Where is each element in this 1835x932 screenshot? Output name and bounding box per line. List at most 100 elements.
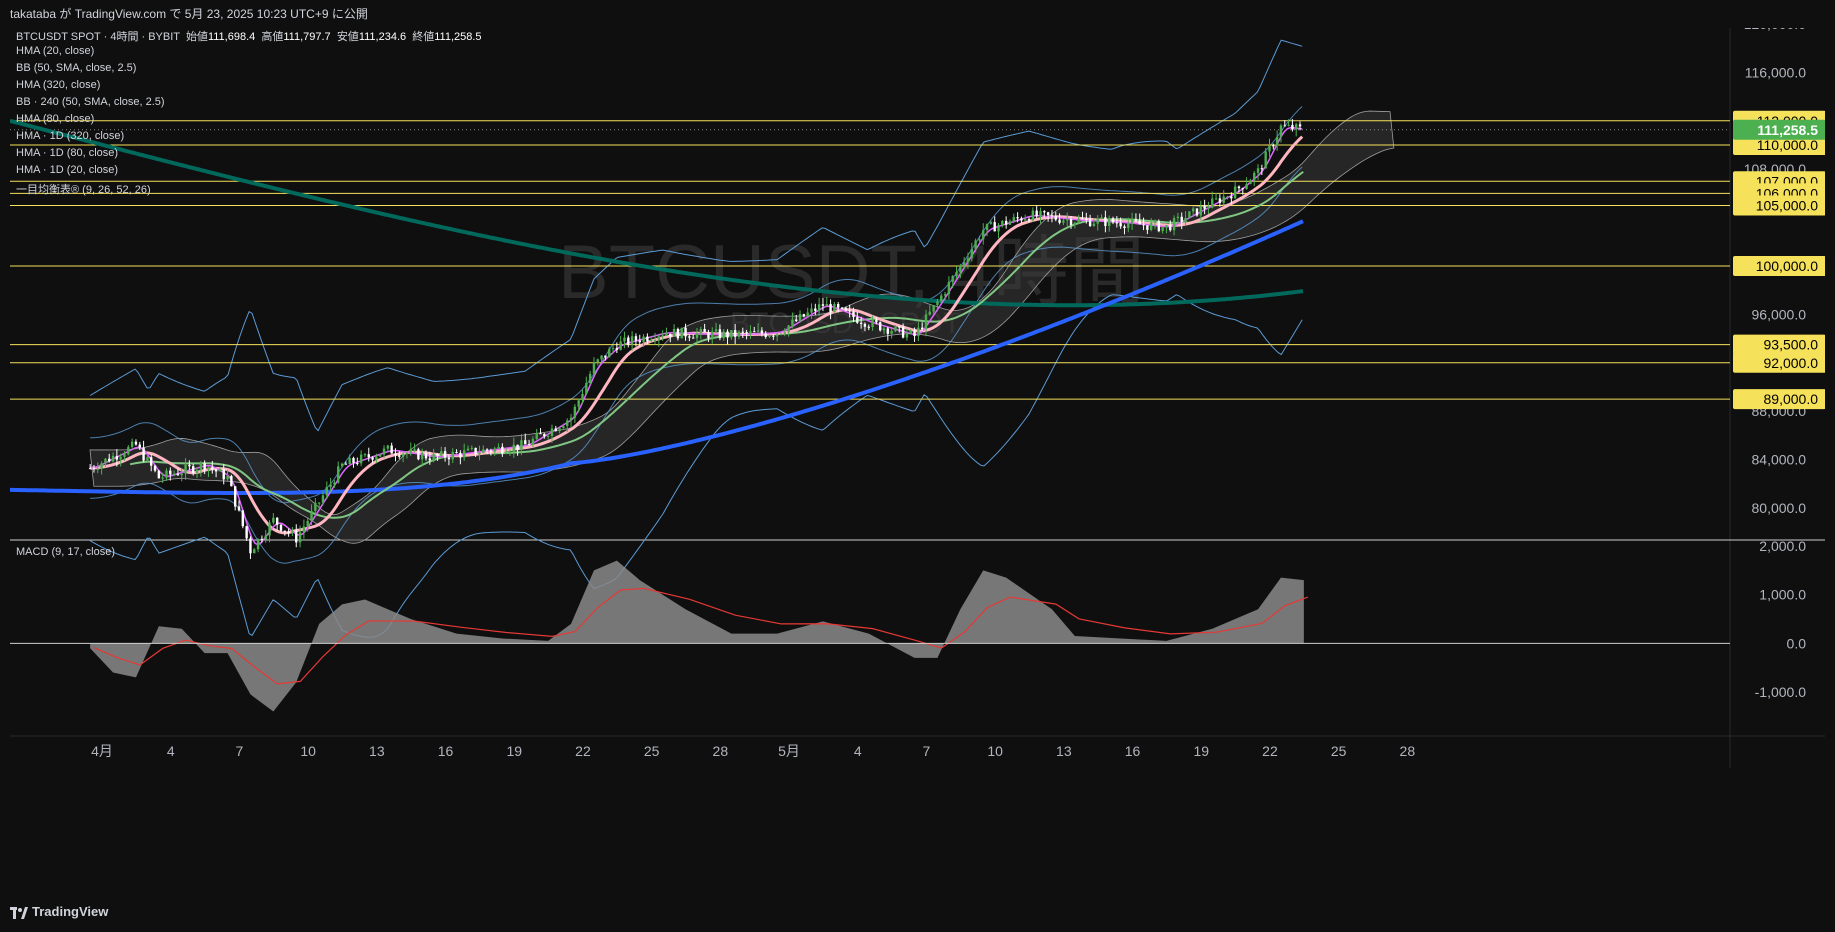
time-tick-label: 5月 <box>778 743 800 759</box>
indicator-legend-1[interactable]: BB (50, SMA, close, 2.5) <box>16 62 136 74</box>
candle-body <box>772 335 775 337</box>
macd-tick-label: 1,000.0 <box>1759 587 1806 603</box>
candle-body <box>92 468 96 470</box>
candle-body <box>997 225 1000 232</box>
macd-axis[interactable]: 2,000.0 1,000.0 0.0 -1,000.0 <box>1755 538 1807 700</box>
candle-body <box>691 337 695 339</box>
candle-body <box>527 444 531 446</box>
macd-legend[interactable]: MACD (9, 17, close) <box>16 546 115 558</box>
candle-body <box>913 330 916 337</box>
candle-body <box>638 340 641 343</box>
candle-body <box>1020 218 1023 221</box>
current-price-tag-label: 111,258.5 <box>1757 122 1818 138</box>
candle-body <box>733 330 737 337</box>
time-axis[interactable]: 4月 4 7 10 13 16 19 22 25 28 5月 4 7 10 13 16 19 22 25 28 <box>91 743 1415 759</box>
tradingview-logo[interactable]: TradingView <box>10 904 108 919</box>
candle-body <box>474 447 477 455</box>
time-tick-label: 4 <box>167 743 175 759</box>
candle-body <box>928 311 932 315</box>
symbol-legend[interactable]: BTCUSDT SPOT · 4時間 · BYBIT 始値111,698.4 高… <box>16 28 482 44</box>
candle-body <box>333 482 336 485</box>
candle-body <box>1153 221 1157 223</box>
candle-body <box>539 433 542 435</box>
candle-body <box>623 337 626 342</box>
time-tick-label: 22 <box>1262 743 1278 759</box>
candle-body <box>619 341 622 350</box>
indicator-legend-0[interactable]: HMA (20, close) <box>16 45 94 57</box>
candle-body <box>424 452 428 459</box>
indicator-legend-3[interactable]: BB · 240 (50, SMA, close, 2.5) <box>16 96 165 108</box>
macd-tick-label: 2,000.0 <box>1759 538 1806 554</box>
time-tick-label: 7 <box>923 743 931 759</box>
candle-body <box>180 473 183 476</box>
candle-body <box>959 265 962 272</box>
candle-body <box>669 333 672 337</box>
candle-body <box>386 445 390 449</box>
candle-body <box>88 468 92 470</box>
candle-body <box>501 446 504 454</box>
indicator-legend-6[interactable]: HMA · 1D (80, close) <box>16 147 118 159</box>
candle-body <box>1169 225 1172 231</box>
time-tick-label: 19 <box>506 743 522 759</box>
candle-body <box>421 452 424 460</box>
candle-body <box>920 327 924 330</box>
candle-body <box>741 331 744 333</box>
candle-body <box>104 458 107 464</box>
candle-body <box>1001 220 1004 226</box>
tradingview-logo-icon <box>10 906 28 919</box>
candle-body <box>1138 220 1141 225</box>
candle-body <box>550 428 554 436</box>
candle-body <box>356 462 359 464</box>
candle-body <box>1077 218 1080 223</box>
candle-body <box>1161 226 1164 232</box>
chart-area[interactable]: BTCUSDT, 4時間 BTCUSDT SPOT 120,000.0116,0… <box>9 16 1826 896</box>
candle-body <box>382 448 386 455</box>
candle-body <box>1058 219 1061 223</box>
candle-body <box>1031 210 1035 221</box>
candle-body <box>188 464 191 467</box>
candle-body <box>1123 226 1126 229</box>
candle-body <box>1027 219 1031 221</box>
candle-body <box>211 467 214 470</box>
chart-svg[interactable]: BTCUSDT, 4時間 BTCUSDT SPOT 120,000.0116,0… <box>9 16 1826 896</box>
candle-body <box>817 304 821 311</box>
candle-body <box>650 340 653 342</box>
candle-body <box>1230 196 1233 199</box>
candle-body <box>844 307 848 311</box>
candle-body <box>569 417 573 421</box>
level-tags: 112,000.0110,000.0107,000.0106,000.0105,… <box>1733 110 1826 410</box>
candle-body <box>871 319 874 328</box>
candle-body <box>245 526 248 539</box>
high-value: 111,797.7 <box>283 31 331 43</box>
candle-body <box>726 331 729 338</box>
candle-body <box>890 331 893 334</box>
candle-body <box>1214 198 1218 200</box>
candle-body <box>379 454 382 457</box>
candle-body <box>352 458 355 463</box>
candle-body <box>825 303 828 306</box>
candle-body <box>982 230 985 240</box>
candle-body <box>1073 222 1077 225</box>
candle-body <box>787 325 790 333</box>
candle-body <box>96 468 99 470</box>
candle-body <box>859 322 863 324</box>
candle-body <box>653 339 657 341</box>
candle-body <box>192 466 195 473</box>
candle-body <box>829 303 832 313</box>
indicator-legend-2[interactable]: HMA (320, close) <box>16 79 100 91</box>
indicator-legend-7[interactable]: HMA · 1D (20, close) <box>16 164 118 176</box>
indicator-legend-8[interactable]: 一目均衡表® (9, 26, 52, 26) <box>16 181 151 197</box>
level-tag-label: 92,000.0 <box>1764 355 1819 371</box>
candle-body <box>1203 206 1206 209</box>
candle-body <box>462 450 466 458</box>
candle-body <box>661 335 664 337</box>
candle-body <box>1054 215 1057 220</box>
candle-body <box>970 248 973 259</box>
indicator-legend-5[interactable]: HMA · 1D (320, close) <box>16 130 124 142</box>
candle-body <box>447 457 451 460</box>
candle-body <box>237 506 241 511</box>
candle-body <box>775 334 779 337</box>
time-tick-label: 16 <box>438 743 454 759</box>
indicator-legend-4[interactable]: HMA (80, close) <box>16 113 94 125</box>
candle-body <box>241 510 245 527</box>
